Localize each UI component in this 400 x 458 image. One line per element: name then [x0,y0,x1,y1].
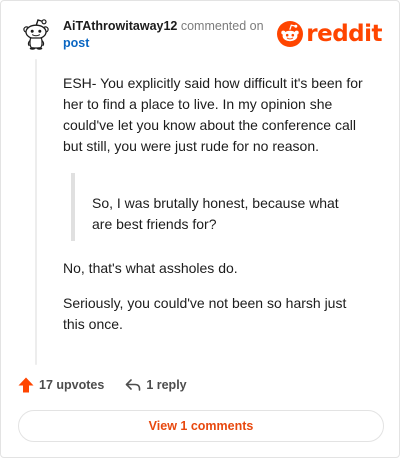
comment-paragraph: ESH- You explicitly said how difficult i… [63,75,363,154]
quote-text: So, I was brutally honest, because what … [92,195,339,232]
comment-header: AiTAthrowitaway12 commented on post [63,18,273,52]
reply-arrow-icon [126,379,141,391]
reply-count: 1 reply [146,378,187,392]
reply-button[interactable]: 1 reply [124,376,187,394]
reddit-wordmark: reddit [306,21,382,47]
username[interactable]: AiTAthrowitaway12 [63,19,177,33]
reddit-logo[interactable]: reddit [277,19,382,49]
comment-paragraph: No, that's what assholes do. [63,260,238,276]
blockquote: So, I was brutally honest, because what … [71,173,361,241]
comment-paragraph: Seriously, you could've not been so hars… [63,295,347,332]
upvote-count: 17 upvotes [39,378,105,392]
comment-card: AiTAthrowitaway12 commented on post redd… [0,0,400,458]
commented-on-text: commented on [180,19,264,33]
upvote-arrow-icon [18,377,34,393]
comment-actions: 17 upvotes 1 reply [17,375,187,395]
upvote-button[interactable]: 17 upvotes [17,376,104,394]
reddit-alien-icon [277,21,304,47]
thread-line[interactable] [35,59,37,365]
avatar[interactable] [19,17,53,51]
comment-body: ESH- You explicitly said how difficult i… [63,73,363,157]
post-link[interactable]: post [63,36,89,50]
view-comments-button[interactable]: View 1 comments [18,410,384,442]
snoo-avatar-icon [23,19,49,50]
